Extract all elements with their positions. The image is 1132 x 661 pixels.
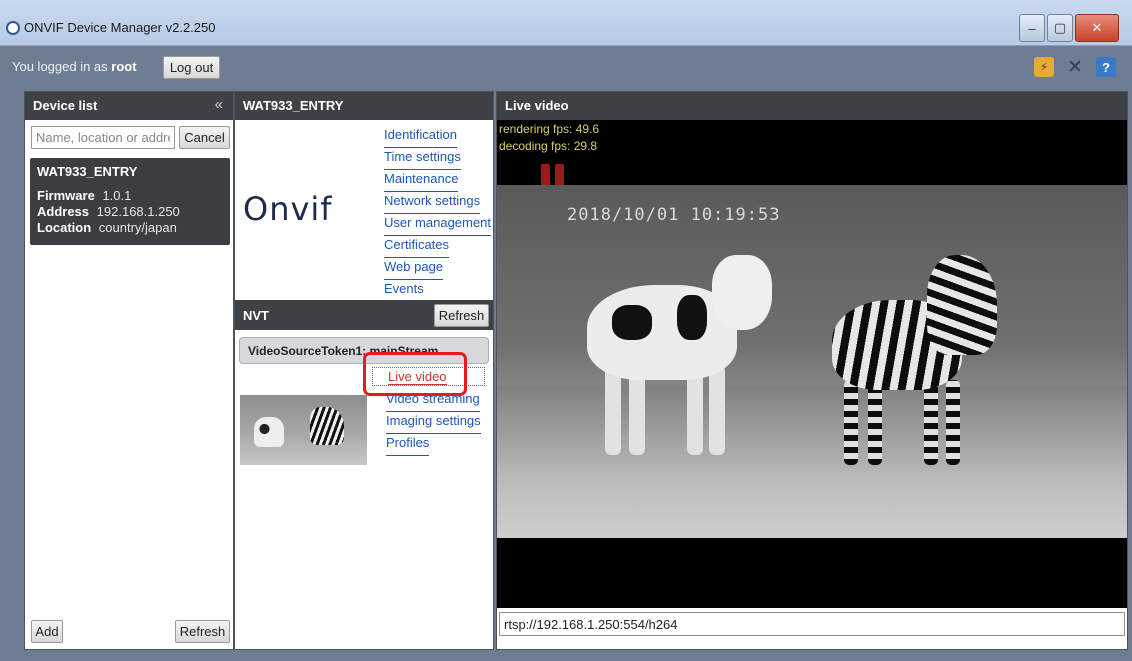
link-profiles[interactable]: Profiles <box>386 434 430 456</box>
stream-url-field[interactable]: rtsp://192.168.1.250:554/h264 <box>499 612 1125 636</box>
device-list-header: Device list « <box>25 92 233 120</box>
device-firmware-row: Firmware 1.0.1 <box>37 188 223 204</box>
thumbnail-zebra <box>310 407 344 445</box>
logout-button[interactable]: Log out <box>163 56 220 79</box>
login-prefix: You logged in as <box>12 59 108 74</box>
link-identification[interactable]: Identification <box>384 126 457 148</box>
nvt-links: Video streaming Imaging settings Profile… <box>386 390 481 456</box>
device-panel-title: WAT933_ENTRY <box>243 98 344 113</box>
device-search-input[interactable] <box>31 126 175 149</box>
collapse-icon[interactable]: « <box>215 96 223 113</box>
app-icon <box>6 21 20 35</box>
live-video-header: Live video <box>497 92 1127 120</box>
device-location-row: Location country/japan <box>37 220 223 236</box>
tools-icon[interactable]: ✕ <box>1065 57 1085 78</box>
minimize-button[interactable]: – <box>1019 14 1045 42</box>
thumbnail-cow <box>254 417 284 447</box>
link-user-management[interactable]: User management <box>384 214 491 236</box>
refresh-devices-button[interactable]: Refresh <box>175 620 230 643</box>
device-card[interactable]: WAT933_ENTRY Firmware 1.0.1 Address 192.… <box>30 158 230 245</box>
device-list-panel: Device list « Cancel WAT933_ENTRY Firmwa… <box>24 91 234 650</box>
decoding-fps: decoding fps: 29.8 <box>499 139 598 153</box>
location-value: country/japan <box>98 220 177 235</box>
link-events[interactable]: Events <box>384 280 424 302</box>
video-thumbnail[interactable] <box>240 395 367 465</box>
address-value: 192.168.1.250 <box>96 204 180 219</box>
nvt-title: NVT <box>243 308 269 323</box>
firmware-value: 1.0.1 <box>102 188 132 203</box>
address-label: Address <box>37 204 90 219</box>
device-address-row: Address 192.168.1.250 <box>37 204 223 220</box>
link-imaging-settings[interactable]: Imaging settings <box>386 412 481 434</box>
live-video-panel: Live video rendering fps: 49.6 decoding … <box>496 91 1128 650</box>
onvif-logo: Onvif <box>243 190 333 228</box>
device-links: Identification Time settings Maintenance… <box>384 126 491 302</box>
add-device-button[interactable]: Add <box>31 620 63 643</box>
link-certificates[interactable]: Certificates <box>384 236 450 258</box>
login-status: You logged in as root <box>12 59 137 74</box>
cow-figure <box>587 255 777 455</box>
top-bar: You logged in as root Log out ⚡ ✕ ? <box>2 46 1130 86</box>
video-timestamp: 2018/10/01 10:19:53 <box>567 205 781 225</box>
live-video-title: Live video <box>505 98 569 113</box>
device-panel: WAT933_ENTRY Onvif Identification Time s… <box>234 91 494 650</box>
device-panel-header: WAT933_ENTRY <box>235 92 493 120</box>
cancel-button[interactable]: Cancel <box>179 126 230 149</box>
help-icon[interactable]: ? <box>1096 57 1116 77</box>
login-user: root <box>111 59 137 74</box>
device-name: WAT933_ENTRY <box>37 164 138 179</box>
close-button[interactable]: ✕ <box>1075 14 1119 42</box>
link-web-page[interactable]: Web page <box>384 258 444 280</box>
video-frame: 2018/10/01 10:19:53 <box>497 185 1127 538</box>
device-list-title: Device list <box>33 98 98 113</box>
rendering-fps: rendering fps: 49.6 <box>499 122 600 136</box>
nvt-refresh-button[interactable]: Refresh <box>434 304 489 327</box>
plugin-icon[interactable]: ⚡ <box>1034 57 1054 77</box>
maximize-button[interactable]: ▢ <box>1047 14 1073 42</box>
link-time-settings[interactable]: Time settings <box>384 148 461 170</box>
window-title: ONVIF Device Manager v2.2.250 <box>24 20 216 35</box>
link-network-settings[interactable]: Network settings <box>384 192 481 214</box>
location-label: Location <box>37 220 92 235</box>
zebra-figure <box>832 240 1022 465</box>
firmware-label: Firmware <box>37 188 95 203</box>
link-maintenance[interactable]: Maintenance <box>384 170 459 192</box>
window-titlebar: ONVIF Device Manager v2.2.250 – ▢ ✕ <box>0 0 1132 46</box>
highlight-annotation <box>363 352 467 396</box>
video-viewport[interactable]: rendering fps: 49.6 decoding fps: 29.8 2… <box>497 120 1127 608</box>
